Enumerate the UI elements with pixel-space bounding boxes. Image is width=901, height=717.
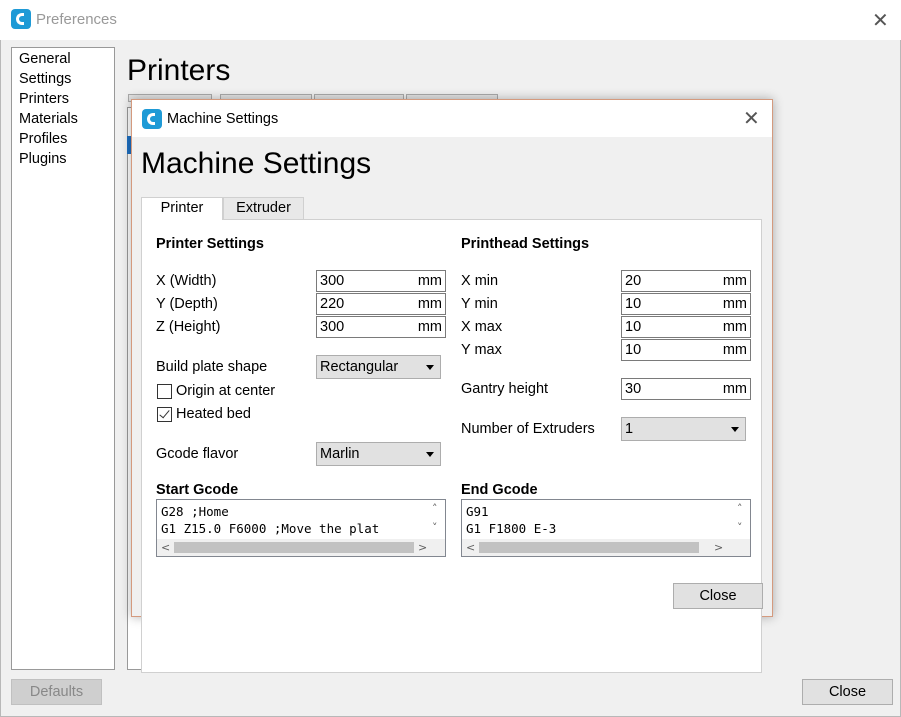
scroll-up-icon[interactable]: ˄ (737, 503, 743, 514)
cura-logo-icon (11, 9, 31, 29)
x-min-label: X min (461, 273, 499, 289)
build-plate-label: Build plate shape (156, 359, 268, 375)
start-gcode-editor[interactable]: G28 ;Home G1 Z15.0 F6000 ;Move the plat … (156, 499, 446, 557)
chevron-down-icon (426, 365, 434, 370)
unit-label: mm (722, 319, 747, 335)
field-value: 10 (625, 342, 642, 358)
select-value: Rectangular (320, 359, 399, 375)
printhead-settings-title: Printhead Settings (461, 236, 590, 252)
close-icon[interactable]: ✕ (743, 108, 760, 128)
preferences-close-button[interactable]: Close (802, 679, 893, 705)
origin-at-center-label: Origin at center (176, 383, 276, 399)
gantry-height-field[interactable]: 30 mm (621, 378, 751, 400)
z-height-field[interactable]: 300 mm (316, 316, 446, 338)
y-min-label: Y min (461, 296, 498, 312)
field-value: 300 (320, 273, 345, 289)
tab-printer[interactable]: Printer (141, 197, 223, 220)
field-value: 10 (625, 319, 642, 335)
build-plate-shape-select[interactable]: Rectangular (316, 355, 441, 379)
unit-label: mm (417, 273, 442, 289)
scroll-down-icon[interactable]: ˅ (432, 522, 438, 533)
dialog-close-button[interactable]: Close (673, 583, 763, 609)
cura-logo-icon (142, 109, 162, 129)
select-value: 1 (625, 421, 634, 437)
x-max-label: X max (461, 319, 503, 335)
scroll-down-icon[interactable]: ˅ (737, 522, 743, 533)
scrollbar-corner (428, 539, 445, 556)
horizontal-scrollbar[interactable]: < > (157, 539, 430, 556)
scrollbar-corner (733, 539, 750, 556)
field-value: 30 (625, 381, 642, 397)
defaults-button[interactable]: Defaults (11, 679, 102, 705)
y-max-field[interactable]: 10 mm (621, 339, 751, 361)
x-max-field[interactable]: 10 mm (621, 316, 751, 338)
sidebar-item-printers[interactable]: Printers (19, 91, 69, 107)
extruders-count-select[interactable]: 1 (621, 417, 746, 441)
scroll-left-icon[interactable]: < (466, 542, 475, 553)
sidebar-item-profiles[interactable]: Profiles (19, 131, 67, 147)
sidebar-item-settings[interactable]: Settings (19, 71, 71, 87)
y-depth-field[interactable]: 220 mm (316, 293, 446, 315)
field-value: 300 (320, 319, 345, 335)
scroll-left-icon[interactable]: < (161, 542, 170, 553)
gcode-line: G91 (466, 504, 489, 519)
unit-label: mm (722, 381, 747, 397)
field-value: 20 (625, 273, 642, 289)
gantry-height-label: Gantry height (461, 381, 549, 397)
y-depth-label: Y (Depth) (156, 296, 218, 312)
window-title: Preferences (36, 11, 117, 28)
gcode-line: G1 F1800 E-3 (466, 521, 557, 536)
horizontal-scrollbar[interactable]: < > (462, 539, 735, 556)
scroll-right-icon[interactable]: > (418, 542, 427, 553)
end-gcode-title: End Gcode (461, 482, 538, 498)
dialog-titlebar: Machine Settings ✕ (132, 100, 772, 137)
field-value: 10 (625, 296, 642, 312)
dialog-title: Machine Settings (167, 111, 279, 127)
vertical-scrollbar[interactable]: ˄ ˅ (733, 500, 750, 539)
dialog-heading: Machine Settings (141, 147, 372, 180)
gcode-flavor-select[interactable]: Marlin (316, 442, 441, 466)
unit-label: mm (417, 296, 442, 312)
vertical-scrollbar[interactable]: ˄ ˅ (428, 500, 445, 539)
unit-label: mm (722, 296, 747, 312)
preferences-titlebar: Preferences ✕ (0, 0, 901, 40)
origin-at-center-checkbox[interactable] (157, 384, 172, 399)
y-min-field[interactable]: 10 mm (621, 293, 751, 315)
preferences-sidebar: General Settings Printers Materials Prof… (11, 47, 115, 670)
gcode-flavor-label: Gcode flavor (156, 446, 239, 462)
page-title: Printers (127, 54, 231, 87)
end-gcode-editor[interactable]: G91 G1 F1800 E-3 ˄ ˅ < > (461, 499, 751, 557)
field-value: 220 (320, 296, 345, 312)
close-icon[interactable]: ✕ (872, 10, 889, 30)
gcode-line: G28 ;Home (161, 504, 229, 519)
printer-settings-title: Printer Settings (156, 236, 264, 252)
select-value: Marlin (320, 446, 360, 462)
extruders-count-label: Number of Extruders (461, 421, 595, 437)
x-width-label: X (Width) (156, 273, 217, 289)
unit-label: mm (722, 273, 747, 289)
chevron-down-icon (426, 452, 434, 457)
start-gcode-title: Start Gcode (156, 482, 239, 498)
heated-bed-label: Heated bed (176, 406, 251, 422)
unit-label: mm (417, 319, 442, 335)
x-min-field[interactable]: 20 mm (621, 270, 751, 292)
gcode-line: G1 Z15.0 F6000 ;Move the plat (161, 521, 380, 536)
sidebar-item-plugins[interactable]: Plugins (19, 151, 67, 167)
z-height-label: Z (Height) (156, 319, 221, 335)
x-width-field[interactable]: 300 mm (316, 270, 446, 292)
sidebar-item-general[interactable]: General (19, 51, 71, 67)
scroll-thumb[interactable] (174, 542, 414, 553)
scroll-up-icon[interactable]: ˄ (432, 503, 438, 514)
scroll-right-icon[interactable]: > (714, 542, 723, 553)
chevron-down-icon (731, 427, 739, 432)
tab-extruder[interactable]: Extruder (223, 197, 304, 219)
unit-label: mm (722, 342, 747, 358)
sidebar-item-materials[interactable]: Materials (19, 111, 78, 127)
machine-settings-dialog: Machine Settings ✕ Machine Settings Prin… (131, 99, 773, 673)
y-max-label: Y max (461, 342, 502, 358)
heated-bed-checkbox[interactable] (157, 407, 172, 422)
scroll-thumb[interactable] (479, 542, 699, 553)
